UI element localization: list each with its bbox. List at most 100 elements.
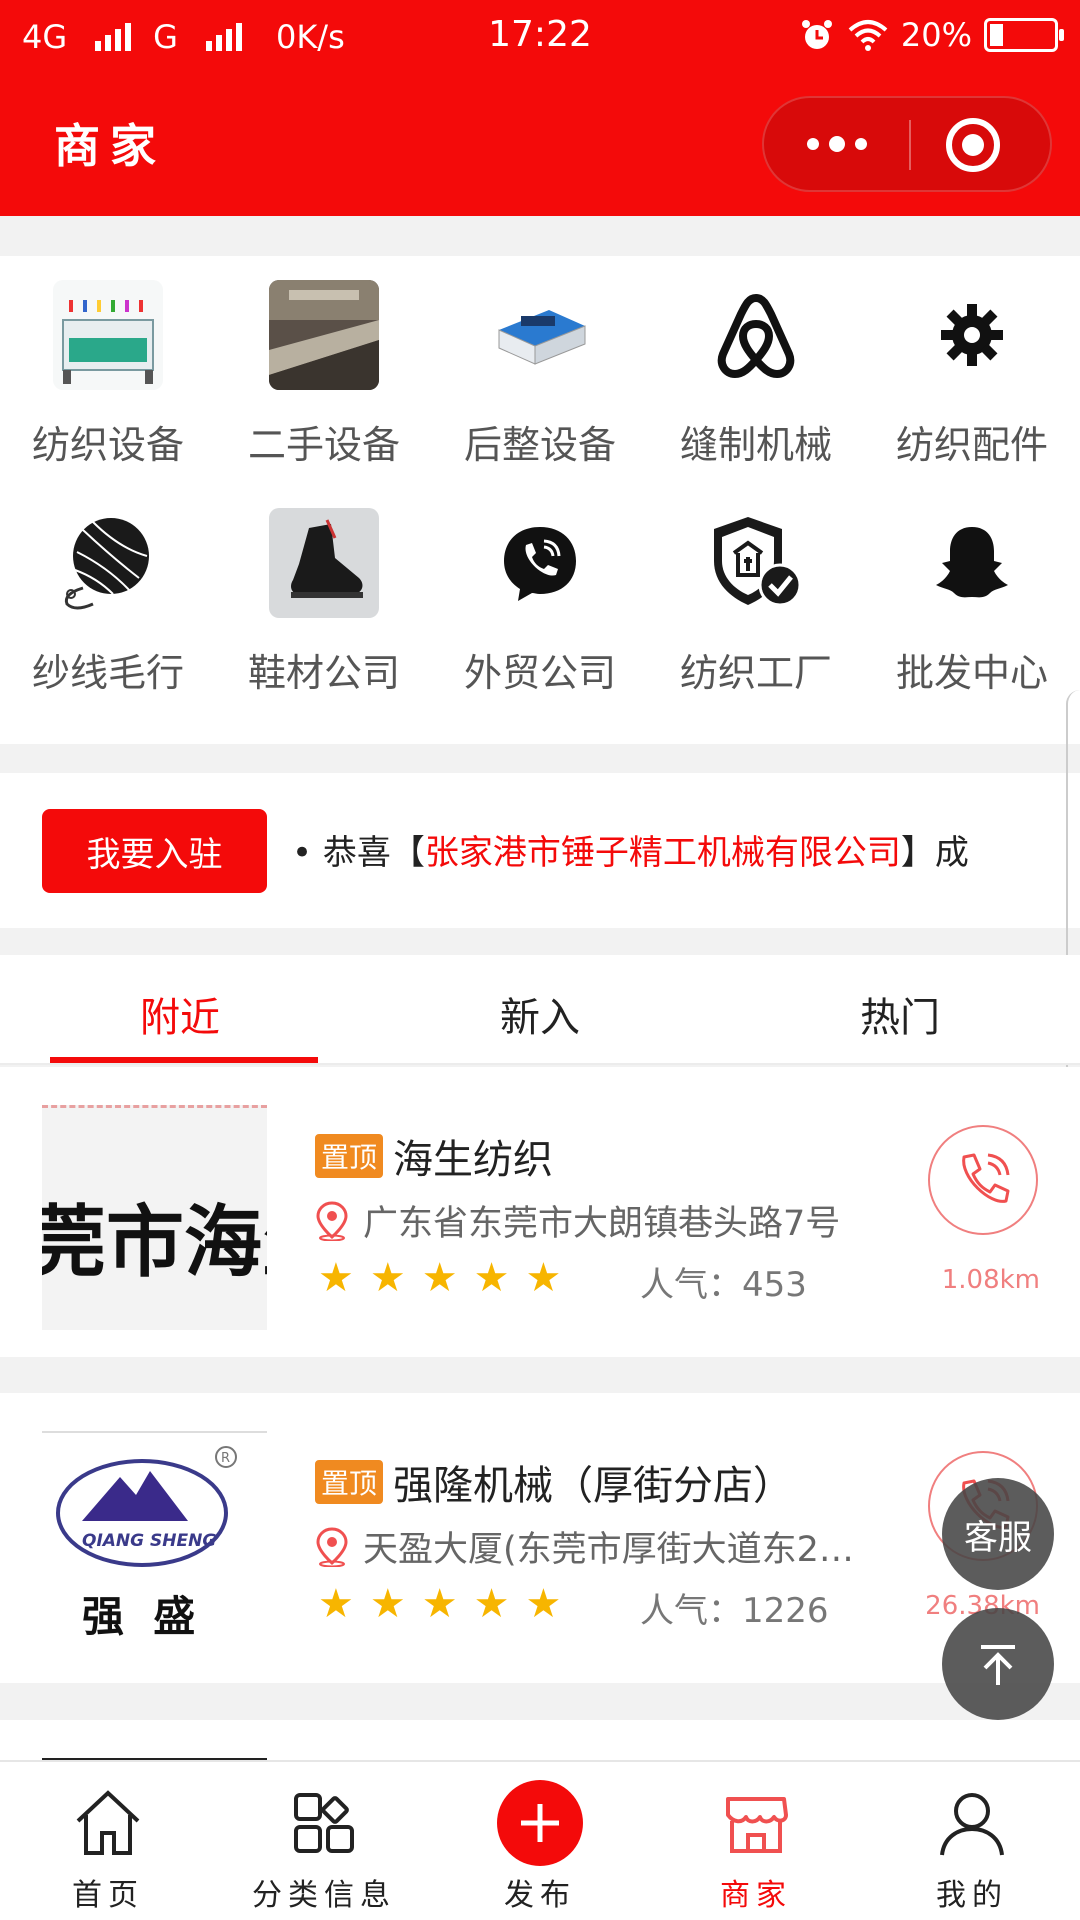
shop-icon [726,1797,788,1853]
alarm-icon [801,20,832,49]
notice-company: 张家港市锤子精工机械有限公司 [424,833,901,873]
notice-suffix: 】成 [900,833,969,873]
yarn-ball-icon [53,508,163,618]
merchant-name-row: 置顶 海生纺织 [315,1127,553,1185]
battery-percent: 20% [900,16,972,54]
call-button[interactable] [928,1125,1038,1235]
merchant-address: 天盈大厦(东莞市厚街大道东2… [363,1530,854,1570]
logo-text: 强 盛 [82,1592,196,1641]
merchant-card-partial [0,1720,1080,1760]
back-to-top-button[interactable] [942,1608,1054,1720]
user-icon [940,1793,1004,1856]
merchant-name: 海生纺织 [393,1137,554,1183]
tabbar-label: 商家 [720,1878,792,1913]
tabbar-item-category[interactable]: 分类信息 [216,1784,432,1914]
star-icon: ★ [318,1255,354,1301]
merchant-name: 强隆机械（厚街分店） [393,1463,794,1509]
grid-icon [294,1793,354,1853]
category-item[interactable]: 纱线毛行 [0,508,216,697]
ghost-icon [917,508,1027,618]
pinned-badge: 置顶 [315,1134,384,1178]
tabbar-item-merchants[interactable]: 商家 [648,1784,864,1914]
rating-stars: ★ ★ ★ ★ ★ [318,1255,561,1301]
category-item[interactable]: 鞋材公司 [216,508,432,697]
category-item[interactable]: 外贸公司 [432,508,648,697]
category-item[interactable]: 缝制机械 [648,280,864,469]
tabbar-item-mine[interactable]: 我的 [864,1784,1080,1914]
star-icon: ★ [421,1255,458,1301]
mini-program-capsule [762,96,1052,192]
star-icon: ★ [318,1581,354,1627]
location-pin-icon [316,1526,348,1567]
tabbar-item-publish[interactable]: 发布 [432,1780,648,1914]
star-icon: ★ [525,1581,562,1627]
merchant-name-row: 置顶 强隆机械（厚街分店） [315,1453,793,1511]
svg-text:R: R [221,1451,230,1466]
merchant-address-row: 广东省东莞市大朗镇巷头路7号 [315,1195,875,1246]
category-item[interactable]: 纺织工厂 [648,508,864,697]
distance: 1.08km [941,1265,1040,1295]
popularity: 人气：1226 [640,1591,829,1631]
logo-text: 莞市海生 [42,1197,267,1288]
category-label: 外贸公司 [463,651,616,695]
logo-subtext: QIANG SHENG [82,1531,217,1551]
join-panel: 我要入驻 • 恭喜【张家港市锤子精工机械有限公司】成 [0,773,1080,928]
status-bar: 4G G 0K/s 17:22 20% [0,0,1080,72]
capsule-divider [909,120,911,170]
star-icon: ★ [421,1581,458,1627]
mountain-logo-icon: R [56,1446,237,1567]
category-label: 纺织工厂 [679,651,832,695]
star-icon: ★ [525,1255,562,1301]
join-button[interactable]: 我要入驻 [42,809,267,893]
shield-check-icon [701,508,811,618]
category-label: 鞋材公司 [247,651,400,695]
close-target-icon[interactable] [946,118,1000,172]
page-title: 商家 [54,119,166,173]
merchant-card[interactable]: R QIANG SHENG 强 盛 置顶 强隆机械（厚街分店） 天盈大厦(东莞市… [0,1393,1080,1683]
customer-service-button[interactable]: 客服 [942,1478,1054,1590]
shoe-photo [269,508,379,618]
merchant-logo: R QIANG SHENG 强 盛 [42,1431,267,1656]
tab-nearby[interactable]: 附近 [0,985,360,1043]
category-label: 二手设备 [247,423,400,467]
phone-chat-icon [485,508,595,618]
category-label: 后整设备 [463,423,616,467]
merchant-card[interactable]: 莞市海生 置顶 海生纺织 广东省东莞市大朗镇巷头路7号 ★ ★ ★ ★ ★ 人气：453… [0,1067,1080,1357]
merchant-address: 广东省东莞市大朗镇巷头路7号 [363,1204,841,1244]
category-item[interactable]: 批发中心 [864,508,1080,697]
airbnb-icon [701,280,811,390]
active-tab-underline [50,1057,318,1063]
category-label: 缝制机械 [679,423,832,467]
phone-icon [962,1153,1010,1203]
notice-prefix: • 恭喜【 [292,833,425,873]
notice-marquee[interactable]: • 恭喜【张家港市锤子精工机械有限公司】成 [292,825,1012,874]
home-icon [76,1790,140,1855]
location-pin-icon [316,1200,348,1241]
popularity: 人气：453 [640,1265,807,1305]
tabbar-item-home[interactable]: 首页 [0,1784,216,1914]
category-label: 纱线毛行 [31,651,184,695]
gear-icon [917,280,1027,390]
merchant-address-row: 天盈大厦(东莞市厚街大道东2… [315,1521,875,1572]
category-item[interactable]: 二手设备 [216,280,432,469]
more-icon[interactable] [764,98,909,190]
tabbar-label: 发布 [504,1878,576,1913]
tabbar-label: 首页 [72,1878,144,1913]
category-item[interactable]: 纺织设备 [0,280,216,469]
arrow-up-icon [981,1645,1015,1685]
category-item[interactable]: 后整设备 [432,280,648,469]
nav-header: 商家 [0,72,1080,216]
category-label: 纺织设备 [31,423,184,467]
tab-hot[interactable]: 热门 [720,985,1080,1043]
merchant-logo: 莞市海生 [42,1105,267,1330]
textile-machine-photo [53,280,163,390]
factory-photo [269,280,379,390]
star-icon: ★ [369,1581,406,1627]
rating-stars: ★ ★ ★ ★ ★ [318,1581,561,1627]
category-label: 纺织配件 [895,423,1048,467]
tab-new[interactable]: 新入 [360,985,720,1043]
category-item[interactable]: 纺织配件 [864,280,1080,469]
finishing-machine-photo [485,280,595,390]
wifi-icon [848,20,888,51]
plus-icon [497,1780,583,1866]
